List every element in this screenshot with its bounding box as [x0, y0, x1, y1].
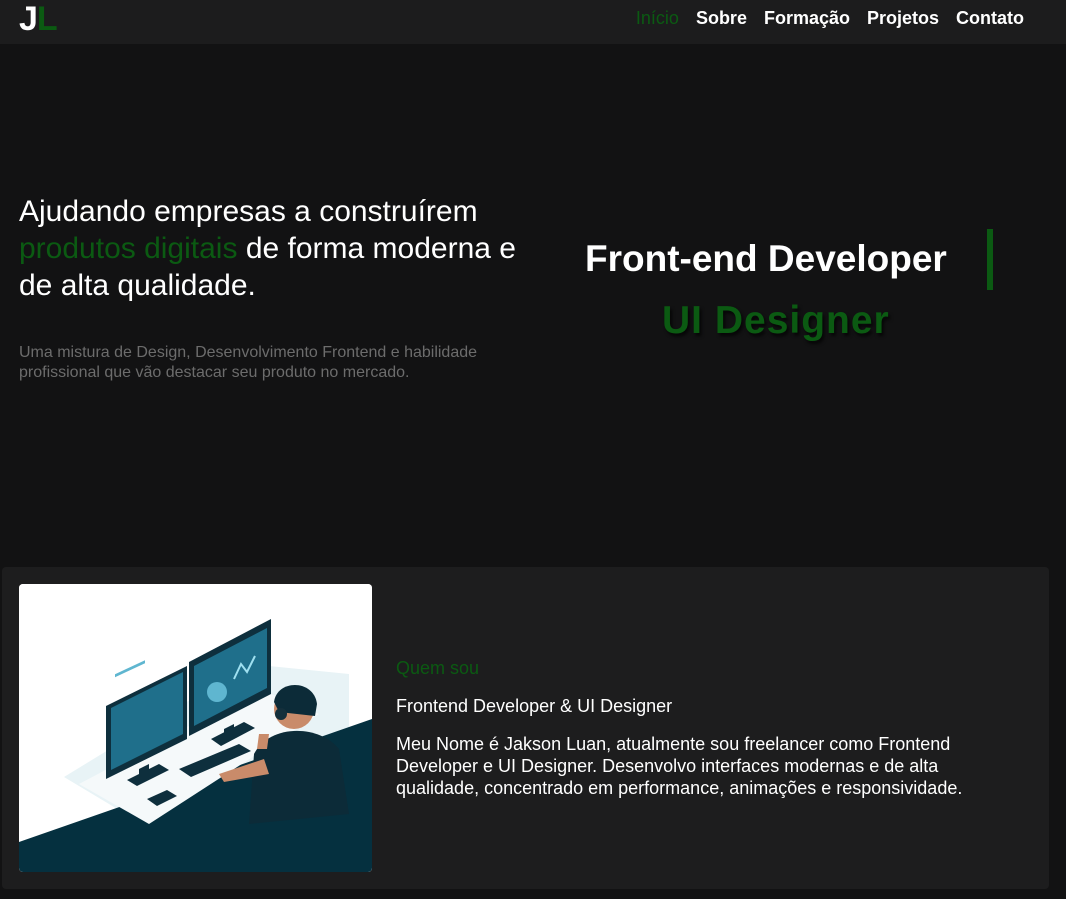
about-section: Quem sou Frontend Developer & UI Designe…: [2, 567, 1049, 889]
hero-heading-accent: produtos digitais: [19, 232, 238, 265]
logo[interactable]: JL: [19, 0, 58, 38]
about-description: Meu Nome é Jakson Luan, atualmente sou f…: [396, 734, 963, 798]
logo-letter-l: L: [36, 0, 58, 38]
about-title: Frontend Developer & UI Designer: [396, 696, 673, 716]
nav-menu: Início Sobre Formação Projetos Contato: [619, 7, 1024, 29]
nav-link-contato[interactable]: Contato: [939, 7, 1024, 29]
nav-link-sobre[interactable]: Sobre: [679, 7, 747, 29]
hero-heading: Ajudando empresas a construírem produtos…: [19, 193, 539, 304]
typing-cursor: [987, 229, 993, 290]
hero-subtitle: Uma mistura de Design, Desenvolvimento F…: [19, 344, 478, 381]
logo-letter-j: J: [19, 0, 38, 38]
navbar: JL Início Sobre Formação Projetos Contat…: [0, 0, 1066, 44]
developer-at-computer-illustration-icon: [19, 584, 372, 872]
role-secondary: UI Designer: [662, 299, 890, 342]
hero-heading-part1: Ajudando empresas a construírem: [19, 195, 478, 228]
nav-link-inicio[interactable]: Início: [619, 7, 679, 29]
nav-link-projetos[interactable]: Projetos: [850, 7, 939, 29]
role-primary: Front-end Developer: [585, 238, 947, 279]
nav-link-formacao[interactable]: Formação: [747, 7, 850, 29]
about-eyebrow: Quem sou: [396, 658, 480, 678]
